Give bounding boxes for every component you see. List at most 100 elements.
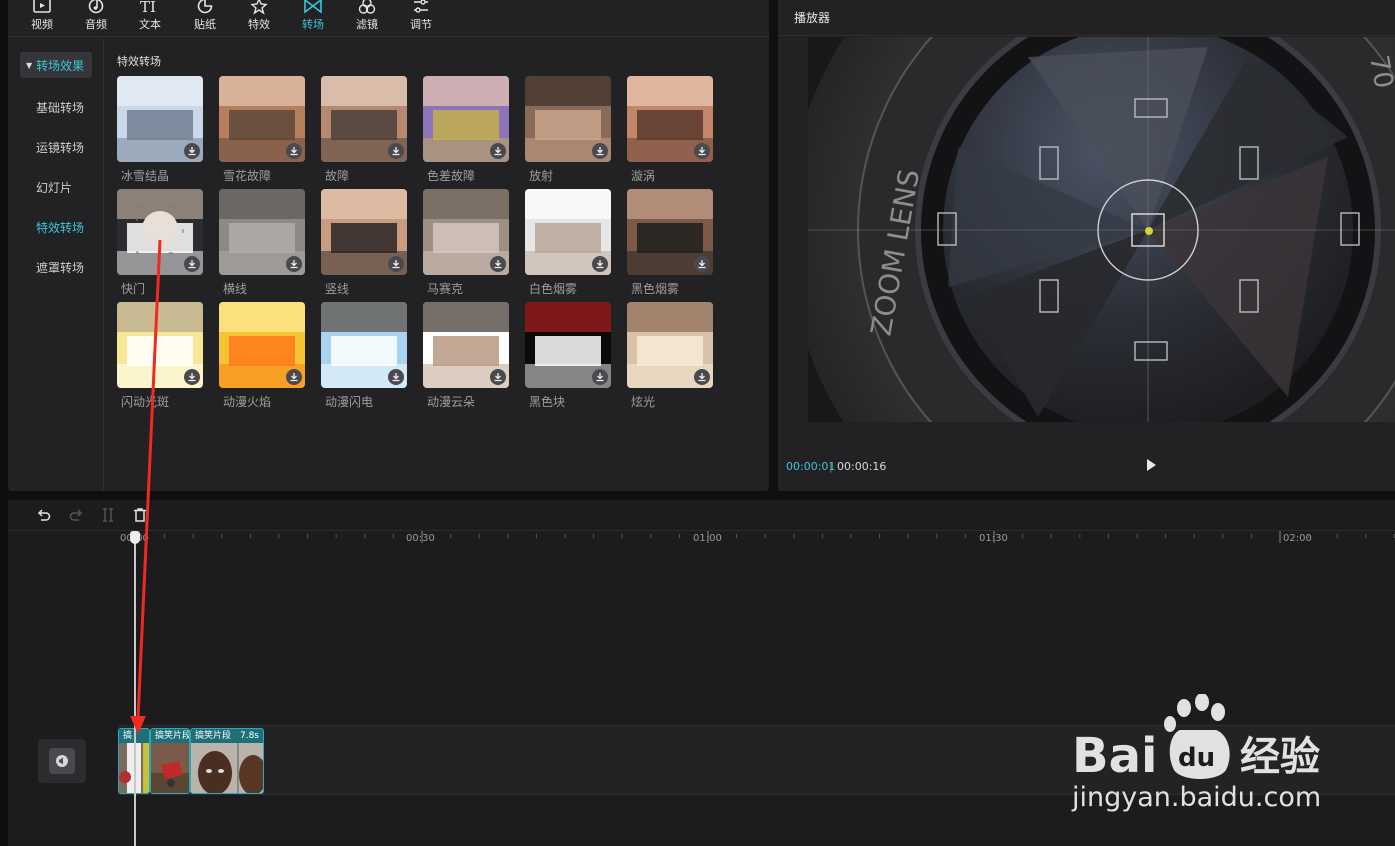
download-icon[interactable] <box>388 256 404 272</box>
tab-video[interactable]: 视频 <box>14 0 70 37</box>
download-icon[interactable] <box>592 369 608 385</box>
text-icon: TI <box>140 0 156 16</box>
tab-sticker[interactable]: 贴纸 <box>177 0 233 37</box>
play-icon[interactable] <box>1144 458 1158 472</box>
clip-caption: 搞笑片段 <box>151 729 189 743</box>
clip-caption-text: 搞笑片段 <box>195 731 232 741</box>
ruler-label: 00:30 <box>406 533 435 544</box>
download-icon[interactable] <box>286 256 302 272</box>
download-icon[interactable] <box>388 143 404 159</box>
menu-header-label: 转场效果 <box>36 58 85 73</box>
menu-transition-effects[interactable]: ▼ 转场效果 <box>20 52 92 78</box>
current-time: 00:00:01 <box>786 460 836 473</box>
tab-effects[interactable]: 特效 <box>231 0 287 37</box>
transition-label: 闪动光斑 <box>121 395 170 409</box>
download-icon[interactable] <box>694 256 710 272</box>
tab-effects-label: 特效 <box>248 18 270 31</box>
clip-thumbnail <box>191 743 263 793</box>
download-icon[interactable] <box>286 369 302 385</box>
menu-item-mask[interactable]: 遮罩转场 <box>20 254 92 280</box>
video-icon <box>33 0 51 13</box>
transition-tile[interactable] <box>321 189 407 275</box>
playhead-handle[interactable] <box>130 531 140 544</box>
download-icon[interactable] <box>184 143 200 159</box>
mute-track-button[interactable] <box>38 739 86 783</box>
transition-tile[interactable] <box>117 189 203 275</box>
sparkle-icon <box>250 0 268 15</box>
transition-tile[interactable] <box>423 189 509 275</box>
download-icon[interactable] <box>694 369 710 385</box>
delete-icon[interactable] <box>132 507 148 523</box>
clip-caption: 搞笑片段 7.8s <box>191 729 263 743</box>
redo-icon[interactable] <box>68 507 84 523</box>
download-icon[interactable] <box>490 256 506 272</box>
tab-filter[interactable]: 滤镜 <box>339 0 395 37</box>
transition-tile[interactable] <box>627 189 713 275</box>
transition-label: 色差故障 <box>427 169 476 183</box>
download-icon[interactable] <box>184 256 200 272</box>
transition-tile[interactable] <box>219 302 305 388</box>
transition-tile[interactable] <box>627 302 713 388</box>
tab-audio[interactable]: 音频 <box>68 0 124 37</box>
transition-tile[interactable] <box>423 302 509 388</box>
tab-adjust[interactable]: 调节 <box>393 0 449 37</box>
section-title: 特效转场 <box>117 55 161 68</box>
download-icon[interactable] <box>388 369 404 385</box>
menu-item-camera[interactable]: 运镜转场 <box>20 134 92 160</box>
menu-item-basic[interactable]: 基础转场 <box>20 94 92 120</box>
lens-frame: ZOOM LENS 70 <box>808 37 1395 422</box>
timeline-clip[interactable]: 搞笑片段 7.8s <box>190 728 264 794</box>
download-icon[interactable] <box>184 369 200 385</box>
transition-tile[interactable] <box>321 302 407 388</box>
lens-text-right: 70 <box>1363 53 1395 91</box>
download-icon[interactable] <box>694 143 710 159</box>
transition-tile[interactable] <box>321 76 407 162</box>
transition-label: 动漫火焰 <box>223 395 272 409</box>
transition-tile[interactable] <box>525 189 611 275</box>
ruler-ticks <box>135 531 1395 543</box>
transition-label: 雪花故障 <box>223 169 272 183</box>
adjust-icon <box>414 0 428 13</box>
download-icon[interactable] <box>592 256 608 272</box>
timeline-toolbar <box>8 500 1395 531</box>
transition-label: 动漫闪电 <box>325 395 374 409</box>
download-icon[interactable] <box>592 143 608 159</box>
undo-icon[interactable] <box>36 507 52 523</box>
transition-tile[interactable] <box>219 189 305 275</box>
timeline-clip[interactable]: 搞笑片段 <box>150 728 190 794</box>
ruler-label: 02:00 <box>1283 533 1312 544</box>
transition-tile[interactable] <box>525 76 611 162</box>
transition-tile[interactable] <box>525 302 611 388</box>
transition-tile[interactable] <box>117 302 203 388</box>
music-note-icon <box>88 0 104 14</box>
playhead[interactable] <box>134 531 136 846</box>
menu-item-special-effects[interactable]: 特效转场 <box>20 214 92 240</box>
download-icon[interactable] <box>490 143 506 159</box>
download-icon[interactable] <box>286 143 302 159</box>
transition-tile[interactable] <box>627 76 713 162</box>
transition-icon <box>304 0 322 14</box>
tab-text[interactable]: TI 文本 <box>122 0 178 37</box>
caret-down-icon: ▼ <box>26 60 33 70</box>
transition-label: 黑色烟雾 <box>631 282 680 296</box>
player-title: 播放器 <box>794 11 831 25</box>
tab-transition[interactable]: 转场 <box>285 0 341 37</box>
menu-item-slideshow[interactable]: 幻灯片 <box>20 174 92 200</box>
transition-tile[interactable] <box>117 76 203 162</box>
time-ruler[interactable]: 00:00 00:30 01:00 01:30 02:00 <box>108 531 1395 545</box>
transition-label: 漩涡 <box>631 169 656 183</box>
video-preview[interactable]: ZOOM LENS 70 <box>808 37 1395 422</box>
tab-sticker-label: 贴纸 <box>194 18 216 31</box>
clip-thumbnail <box>151 743 189 793</box>
clip-duration: 7.8s <box>239 731 259 741</box>
svg-text:TI: TI <box>140 0 156 16</box>
transition-tile[interactable] <box>219 76 305 162</box>
split-icon[interactable] <box>100 507 116 523</box>
transition-label: 放射 <box>529 169 554 183</box>
transition-label: 黑色块 <box>529 395 566 409</box>
transition-category-menu: ▼ 转场效果 基础转场 运镜转场 幻灯片 特效转场 遮罩转场 <box>8 38 104 491</box>
tab-transition-label: 转场 <box>302 18 324 31</box>
transition-tile[interactable] <box>423 76 509 162</box>
download-icon[interactable] <box>490 369 506 385</box>
transition-label: 冰雪结晶 <box>121 169 170 183</box>
